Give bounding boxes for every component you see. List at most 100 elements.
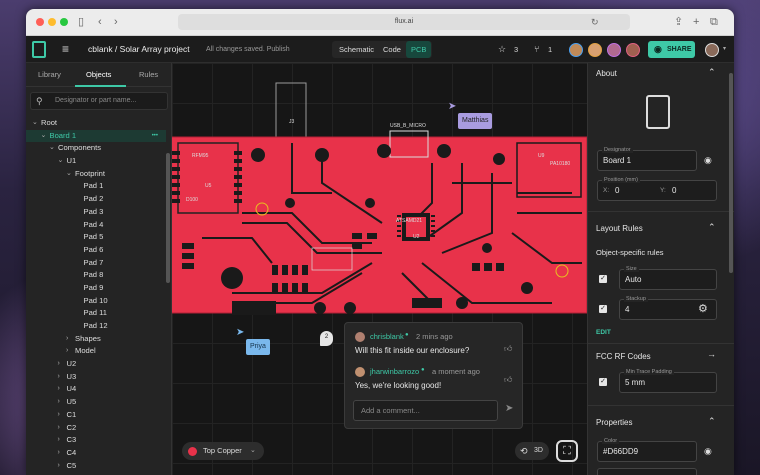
back-icon[interactable]: ‹ (98, 15, 102, 29)
chevron-right-icon[interactable]: › (66, 333, 68, 346)
eye-icon[interactable]: ◉ (704, 446, 712, 457)
gear-icon[interactable]: ⚙ (698, 302, 708, 315)
avatar[interactable] (607, 43, 621, 57)
tab-objects[interactable]: Objects (86, 63, 111, 87)
chevron-right-icon[interactable]: › (58, 396, 60, 409)
eye-icon[interactable]: ◉ (704, 155, 712, 166)
reload-icon[interactable]: ↻ (591, 15, 599, 29)
tree-item[interactable]: ⌄ U1 (26, 155, 166, 168)
fork-icon[interactable]: ⑂ (534, 36, 539, 63)
tab-code[interactable]: Code (378, 41, 406, 58)
user-avatar[interactable] (705, 43, 719, 57)
chevron-right-icon[interactable]: › (58, 422, 60, 435)
tree-item[interactable]: ⌄ Components (26, 142, 166, 155)
tree-item[interactable]: Pad 10 (26, 295, 166, 308)
chevron-down-icon[interactable]: ⌄ (49, 142, 55, 155)
chevron-up-icon[interactable]: ⌃ (708, 67, 716, 78)
tree-item[interactable]: Pad 7 (26, 257, 166, 270)
tree-item[interactable]: Pad 4 (26, 219, 166, 232)
forward-icon[interactable]: › (114, 15, 118, 29)
tree-item[interactable]: Pad 9 (26, 282, 166, 295)
tree-item[interactable]: ⌄ Board 1 ••• (26, 129, 166, 143)
tree-item[interactable]: ⌄ Root (26, 117, 166, 130)
more-options-icon[interactable]: ••• (152, 130, 158, 143)
menu-icon[interactable]: ≡ (62, 36, 69, 63)
tree-item[interactable]: › C2 (26, 422, 166, 435)
tree-item[interactable]: › C3 (26, 434, 166, 447)
avatar[interactable] (626, 43, 640, 57)
scrollbar[interactable] (729, 73, 733, 273)
minimize-window-button[interactable] (48, 18, 56, 26)
thumbs-up-icon[interactable]: 👍︎ (504, 375, 512, 385)
tree-item[interactable]: › U2 (26, 358, 166, 371)
comment-pin[interactable]: 2 (320, 331, 333, 346)
tab-pcb[interactable]: PCB (406, 41, 432, 58)
tree-item[interactable]: › C1 (26, 409, 166, 422)
maximize-window-button[interactable] (60, 18, 68, 26)
project-title[interactable]: cblank / Solar Array project (88, 36, 190, 63)
tree-item[interactable]: Pad 8 (26, 269, 166, 282)
chevron-right-icon[interactable]: › (58, 409, 60, 422)
star-icon[interactable]: ☆ (498, 36, 506, 63)
send-icon[interactable]: ➤ (505, 403, 513, 414)
flux-logo-icon[interactable] (32, 41, 46, 58)
stackup-checkbox[interactable]: ✓ (599, 305, 607, 313)
chevron-right-icon[interactable]: › (58, 434, 60, 447)
tree-item[interactable]: Pad 6 (26, 244, 166, 257)
tab-rules[interactable]: Rules (139, 63, 158, 87)
chevron-right-icon[interactable]: › (58, 371, 60, 384)
mtp-checkbox[interactable]: ✓ (599, 378, 607, 386)
chevron-down-icon[interactable]: ⌄ (66, 168, 72, 181)
x-value[interactable]: 0 (615, 186, 619, 195)
tree-item[interactable]: › U5 (26, 396, 166, 409)
chevron-right-icon[interactable]: › (66, 345, 68, 358)
size-checkbox[interactable]: ✓ (599, 275, 607, 283)
chevron-up-icon[interactable]: ⌃ (708, 416, 716, 427)
scrollbar[interactable] (166, 153, 170, 283)
chevron-down-icon[interactable]: ▾ (723, 36, 726, 63)
tree-item[interactable]: Pad 12 (26, 320, 166, 333)
new-tab-icon[interactable]: + (693, 15, 699, 29)
tabs-overview-icon[interactable]: ⧉ (710, 15, 718, 29)
share-button[interactable]: ◉ SHARE (648, 41, 695, 58)
avatar[interactable] (588, 43, 602, 57)
avatar[interactable] (569, 43, 583, 57)
chevron-right-icon[interactable]: › (58, 447, 60, 460)
chevron-right-icon[interactable]: › (58, 383, 60, 396)
chevron-right-icon[interactable]: › (58, 460, 60, 473)
tree-item[interactable]: › U4 (26, 383, 166, 396)
arrow-right-icon[interactable]: → (707, 349, 716, 359)
sidebar-toggle-icon[interactable]: ▯ (78, 15, 84, 29)
chevron-right-icon[interactable]: › (58, 358, 60, 371)
tree-item[interactable]: › C5 (26, 460, 166, 473)
chevron-down-icon[interactable]: ⌄ (32, 117, 38, 130)
edit-rules-link[interactable]: EDIT (596, 329, 611, 336)
address-bar[interactable]: flux.ai (178, 14, 630, 30)
fit-to-screen-button[interactable]: ⛶ (556, 440, 578, 462)
tree-item[interactable]: Pad 2 (26, 193, 166, 206)
y-value[interactable]: 0 (672, 186, 676, 195)
chevron-up-icon[interactable]: ⌃ (708, 222, 716, 233)
tab-schematic[interactable]: Schematic (334, 41, 379, 58)
tree-item[interactable]: Pad 11 (26, 307, 166, 320)
tree-item[interactable]: Pad 3 (26, 206, 166, 219)
thumbs-up-icon[interactable]: 👍︎ (504, 344, 512, 354)
tab-library[interactable]: Library (38, 63, 61, 87)
tree-item[interactable]: Pad 1 (26, 180, 166, 193)
comment-input[interactable]: Add a comment... (353, 400, 498, 421)
search-input[interactable]: ⚲ Designator or part name... (30, 92, 168, 110)
layer-color-dot (188, 447, 197, 456)
tree-item[interactable]: › Shapes (26, 333, 166, 346)
tree-item[interactable]: › Model (26, 345, 166, 358)
tree-item[interactable]: ⌄ Footprint (26, 168, 166, 181)
layer-selector[interactable]: Top Copper ⌄ (182, 442, 264, 460)
tree-item[interactable]: › C4 (26, 447, 166, 460)
chevron-down-icon[interactable]: ⌄ (58, 155, 64, 168)
chevron-down-icon[interactable]: ⌄ (41, 130, 47, 143)
share-page-icon[interactable]: ⇪ (674, 15, 683, 29)
tree-item[interactable]: Pad 5 (26, 231, 166, 244)
close-window-button[interactable] (36, 18, 44, 26)
next-field[interactable] (597, 468, 697, 475)
tree-item[interactable]: › U3 (26, 371, 166, 384)
3d-view-button[interactable]: ⟲ 3D (515, 442, 549, 460)
